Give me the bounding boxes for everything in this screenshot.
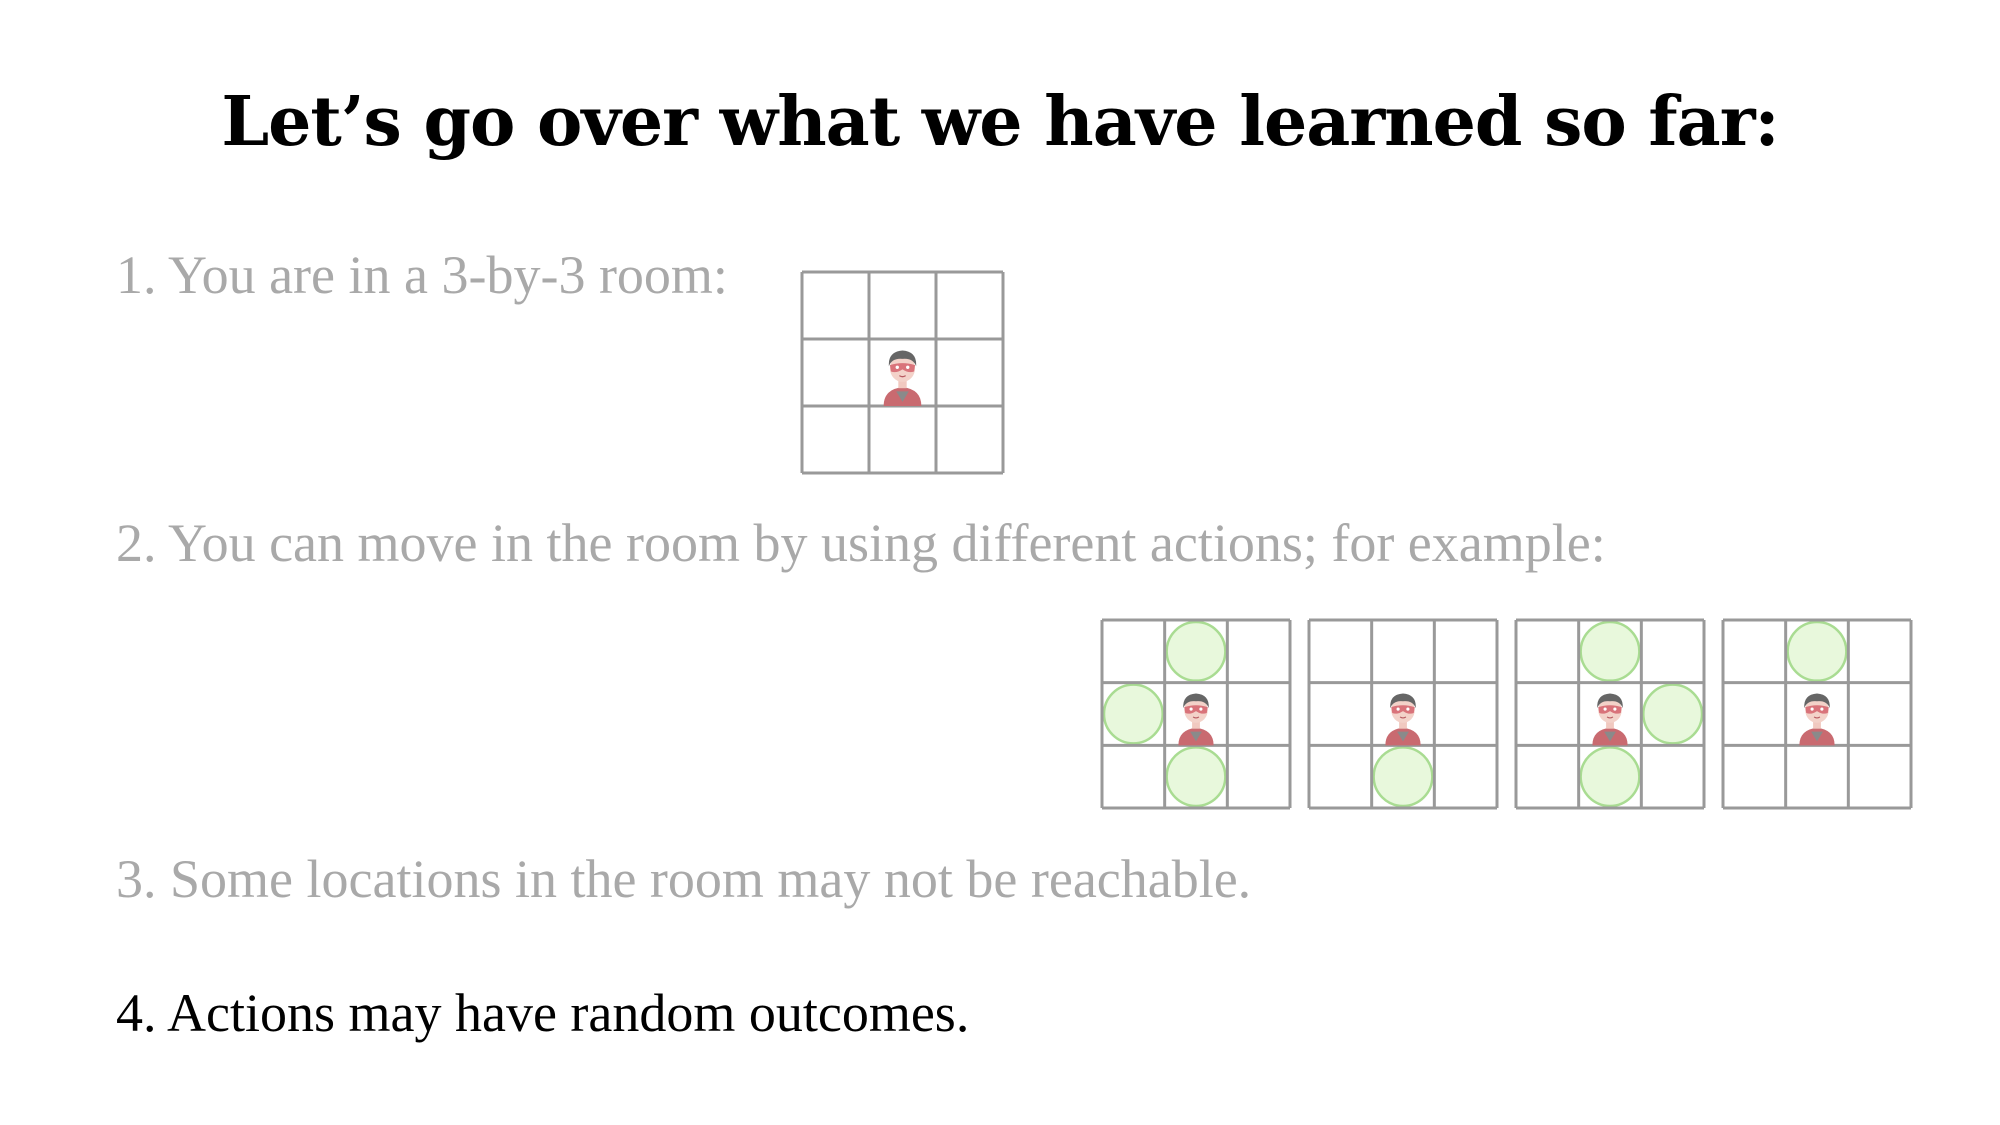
reachable-circle-icon <box>1786 620 1848 682</box>
room-grid <box>800 270 1005 475</box>
point-2-actions: 2. You can move in the room by using dif… <box>116 513 1606 573</box>
reachable-circle-icon <box>1579 620 1641 682</box>
action-example-2 <box>1307 618 1499 810</box>
superhero-avatar-icon <box>1385 693 1421 746</box>
action-example-3 <box>1514 618 1706 810</box>
superhero-avatar-icon <box>883 350 922 406</box>
point-4-random-outcomes: 4. Actions may have random outcomes. <box>116 983 970 1043</box>
reachable-circle-icon <box>1642 683 1704 745</box>
reachable-circle-icon <box>1165 746 1227 808</box>
reachable-circle-icon <box>1579 746 1641 808</box>
slide-title: Let’s go over what we have learned so fa… <box>221 82 1779 162</box>
reachable-circle-icon <box>1102 683 1164 745</box>
superhero-avatar-icon <box>1178 693 1214 746</box>
superhero-avatar-icon <box>1799 693 1835 746</box>
superhero-avatar-icon <box>1592 693 1628 746</box>
action-example-1 <box>1100 618 1292 810</box>
reachable-circle-icon <box>1165 620 1227 682</box>
point-3-unreachable: 3. Some locations in the room may not be… <box>116 849 1252 909</box>
action-example-4 <box>1721 618 1913 810</box>
point-1-room-size: 1. You are in a 3-by-3 room: <box>116 245 728 305</box>
reachable-circle-icon <box>1372 746 1434 808</box>
